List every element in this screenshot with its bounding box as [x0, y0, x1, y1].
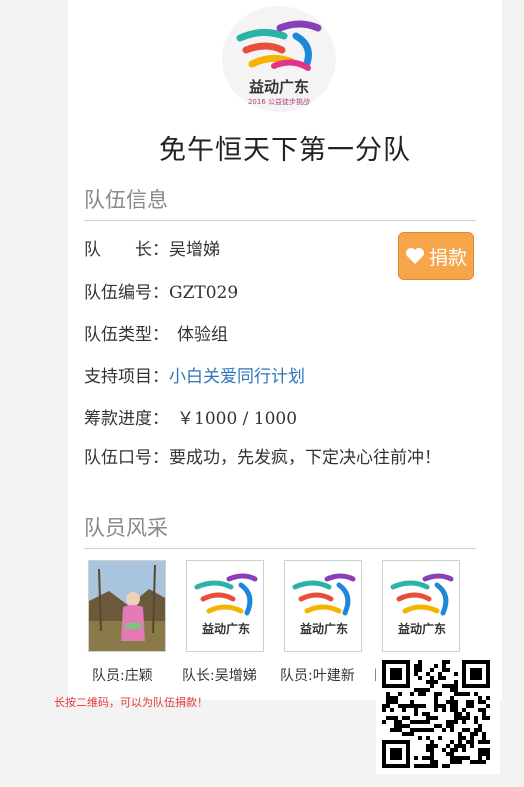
team-type-row: 队伍类型： 体验组	[84, 320, 228, 345]
member-name-1: 队员:庄颖	[92, 668, 153, 684]
team-type-label: 队伍类型：	[84, 325, 169, 345]
captain-row: 队 长：吴增娣	[84, 235, 220, 260]
member-avatar-3[interactable]: 益动广东	[284, 560, 362, 652]
logo-subtext: 2016 公益徒步挑战	[248, 97, 310, 106]
progress-row: 筹款进度： ￥1000 / 1000	[84, 404, 297, 429]
slogan-label: 队伍口号：	[84, 448, 169, 468]
project-label: 支持项目：	[84, 367, 169, 387]
member-3-logo-text: 益动广东	[300, 621, 348, 636]
progress-label: 筹款进度：	[84, 409, 169, 429]
donate-button[interactable]: 捐款	[398, 232, 474, 280]
member-name-2: 队长:吴增娣	[182, 668, 257, 684]
team-info-heading: 队伍信息	[84, 184, 476, 221]
member-avatar-1[interactable]	[88, 560, 166, 652]
member-2-logo-text: 益动广东	[202, 621, 250, 636]
progress-value: ￥1000 / 1000	[177, 409, 298, 429]
slogan-row: 队伍口号：要成功，先发疯，下定决心往前冲！	[84, 445, 476, 472]
event-logo: 益动广东 2016 公益徒步挑战	[222, 6, 336, 112]
donate-hint-text: 长按二维码，可以为队伍捐款！	[54, 696, 208, 709]
project-link[interactable]: 小白关爱同行计划	[169, 362, 305, 387]
project-row: 支持项目：小白关爱同行计划	[84, 362, 305, 387]
member-name-3: 队员:叶建新	[280, 668, 355, 684]
captain-value: 吴增娣	[169, 240, 220, 260]
member-avatar-2[interactable]: 益动广东	[186, 560, 264, 652]
donate-label: 捐款	[428, 246, 467, 269]
team-id-row: 队伍编号：GZT029	[84, 278, 238, 303]
member-4-logo-text: 益动广东	[398, 621, 446, 636]
slogan-value: 要成功，先发疯，下定决心往前冲！	[169, 448, 441, 468]
team-card: 益动广东 2016 公益徒步挑战 免午恒天下第一分队 队伍信息 队 长：吴增娣 …	[68, 0, 502, 700]
logo-text: 益动广东	[249, 78, 309, 96]
donation-qr-code[interactable]	[376, 656, 500, 774]
captain-label: 队 长：	[84, 240, 169, 260]
team-id-value: GZT029	[169, 283, 239, 303]
member-avatar-4[interactable]: 益动广东	[382, 560, 460, 652]
members-heading: 队员风采	[84, 512, 476, 549]
team-type-value: 体验组	[177, 325, 228, 345]
heart-icon	[405, 248, 424, 264]
team-title: 免午恒天下第一分队	[159, 135, 411, 166]
team-id-label: 队伍编号：	[84, 283, 169, 303]
